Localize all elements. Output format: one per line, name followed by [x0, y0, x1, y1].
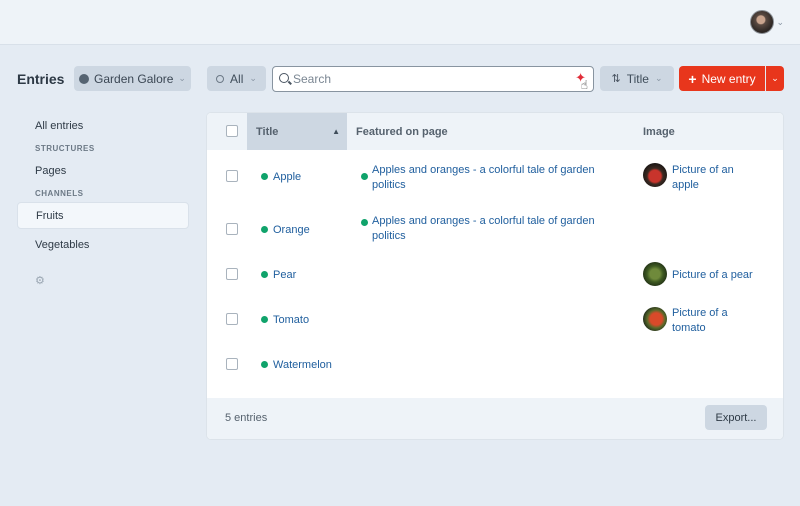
chevron-down-icon: ⌄: [249, 73, 257, 83]
status-icon: [216, 74, 225, 83]
new-entry-label: New entry: [701, 71, 756, 86]
featured-page-link[interactable]: Apples and oranges - a colorful tale of …: [372, 163, 612, 193]
status-label: All: [230, 71, 244, 86]
new-entry-button[interactable]: + New entry: [679, 66, 765, 91]
sidebar-item-fruits[interactable]: Fruits: [17, 202, 189, 229]
sidebar: All entries STRUCTURES Pages CHANNELS Fr…: [17, 112, 189, 287]
header-row: Entries Garden Galore ⌄ All ⌄ ✦ ☝ ⇅ Titl…: [0, 66, 800, 92]
entry-title-link[interactable]: Apple: [261, 170, 301, 185]
search-input[interactable]: [293, 67, 563, 91]
row-checkbox[interactable]: [226, 268, 238, 280]
tomato-thumbnail: [643, 307, 667, 331]
status-filter-button[interactable]: All ⌄: [207, 66, 266, 91]
chevron-down-icon: ⌄: [776, 16, 784, 27]
entry-title-link[interactable]: Pear: [261, 268, 296, 283]
new-entry-menu-button[interactable]: ⌄: [766, 66, 784, 91]
table-header: Title ▲ Featured on page Image: [207, 113, 783, 150]
entry-title-link[interactable]: Orange: [261, 223, 310, 238]
globe-icon: [79, 73, 90, 84]
status-dot: [261, 271, 268, 278]
entry-title: Tomato: [273, 314, 310, 326]
user-menu[interactable]: ⌄: [750, 10, 784, 34]
entry-title-link[interactable]: Watermelon: [261, 358, 332, 373]
site-selector-button[interactable]: Garden Galore ⌄: [74, 66, 191, 91]
pear-thumbnail: [643, 262, 667, 286]
sidebar-item-all-entries[interactable]: All entries: [17, 112, 189, 139]
entry-count: 5 entries: [225, 412, 268, 424]
column-header-title[interactable]: Title ▲: [247, 113, 347, 150]
entries-table: Title ▲ Featured on page Image Apple App…: [206, 112, 784, 440]
apple-thumbnail: [643, 163, 667, 187]
sort-button[interactable]: ⇅ Title ⌄: [600, 66, 674, 91]
top-bar: ⌄: [0, 0, 800, 45]
image-link[interactable]: Picture of an apple: [672, 163, 762, 193]
hand-cursor-icon: ☝: [580, 78, 588, 92]
status-dot: [261, 361, 268, 368]
status-dot: [361, 173, 368, 180]
gear-icon[interactable]: ⚙: [17, 274, 189, 287]
plus-icon: +: [688, 70, 697, 87]
table-footer: 5 entries Export...: [207, 398, 783, 439]
column-header-image[interactable]: Image: [643, 113, 675, 150]
chevron-down-icon: ⌄: [771, 73, 779, 83]
site-label: Garden Galore: [94, 71, 174, 86]
sidebar-heading-channels: CHANNELS: [35, 189, 84, 198]
avatar[interactable]: [750, 10, 775, 34]
column-title-label: Title: [256, 125, 279, 138]
chevron-down-icon: ⌄: [654, 73, 663, 83]
row-checkbox[interactable]: [226, 170, 238, 182]
image-link[interactable]: Picture of a pear: [672, 268, 782, 283]
sort-asc-icon: ▲: [332, 127, 340, 136]
image-link[interactable]: Picture of a tomato: [672, 306, 762, 336]
status-dot: [361, 219, 368, 226]
page-title: Entries: [17, 71, 65, 87]
entry-title: Watermelon: [273, 359, 332, 371]
row-checkbox[interactable]: [226, 223, 238, 235]
row-checkbox[interactable]: [226, 313, 238, 325]
status-dot: [261, 173, 268, 180]
sort-icon: ⇅: [611, 73, 621, 85]
column-header-featured[interactable]: Featured on page: [356, 113, 448, 150]
entry-title-link[interactable]: Tomato: [261, 313, 309, 328]
sort-label: Title: [626, 71, 649, 86]
entry-title: Pear: [273, 269, 297, 281]
sidebar-item-vegetables[interactable]: Vegetables: [17, 231, 189, 258]
select-all-checkbox[interactable]: [226, 125, 238, 137]
chevron-down-icon: ⌄: [178, 73, 186, 83]
search-icon: [279, 73, 289, 83]
status-dot: [261, 226, 268, 233]
sidebar-heading-structures: STRUCTURES: [35, 144, 95, 153]
entry-title: Orange: [273, 224, 310, 236]
sidebar-item-pages[interactable]: Pages: [17, 157, 189, 184]
export-button[interactable]: Export...: [705, 405, 767, 430]
status-dot: [261, 316, 268, 323]
search-field[interactable]: ✦ ☝: [272, 66, 594, 92]
row-checkbox[interactable]: [226, 358, 238, 370]
entry-title: Apple: [273, 171, 302, 183]
featured-page-link[interactable]: Apples and oranges - a colorful tale of …: [372, 214, 612, 244]
